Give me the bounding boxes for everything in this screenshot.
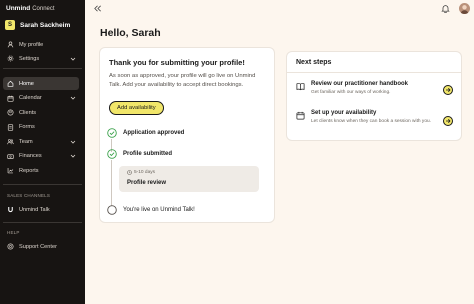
- sidebar-item-support-center[interactable]: Support Center: [3, 240, 79, 253]
- user-icon: [6, 41, 14, 49]
- review-title: Profile review: [127, 180, 167, 186]
- arrow-right-icon[interactable]: [443, 85, 453, 95]
- book-icon: [296, 83, 305, 91]
- next-steps-title: Next steps: [296, 59, 332, 66]
- sales-channels-heading: SALES CHANNELS: [7, 193, 51, 198]
- sidebar-item-label: Support Center: [19, 243, 57, 250]
- sidebar-divider: [3, 222, 82, 223]
- next-step-title: Review our practitioner handbook: [311, 81, 409, 87]
- sidebar-item-home[interactable]: Home: [3, 77, 79, 90]
- page-title: Hello, Sarah: [100, 27, 161, 39]
- sidebar-divider: [3, 184, 82, 185]
- step-label: Profile submitted: [123, 151, 173, 157]
- sidebar-item-label: Team: [19, 138, 33, 145]
- support-icon: [6, 243, 14, 251]
- profile-review-card: 5-10 days Profile review: [119, 166, 259, 192]
- clock-icon: [127, 170, 132, 175]
- calendar-icon: [6, 94, 14, 102]
- forms-icon: [6, 123, 14, 131]
- arrow-right-icon[interactable]: [443, 116, 453, 126]
- chevron-down-icon: [70, 96, 76, 100]
- step-label: You're live on Unmind Talk!: [123, 207, 195, 213]
- check-circle-icon: [107, 149, 117, 159]
- next-steps-card: Next steps Review our practitioner handb…: [286, 51, 462, 141]
- sidebar: Unmind Connect S Sarah Sackheim My profi…: [0, 0, 85, 304]
- gear-icon: [6, 55, 14, 63]
- chevron-down-icon: [70, 154, 76, 158]
- calendar-icon: [296, 111, 305, 120]
- profile-card-description: As soon as approved, your profile will g…: [109, 73, 256, 88]
- next-step-desc: Get familiar with our ways of working.: [311, 90, 391, 95]
- empty-circle-icon: [107, 205, 117, 215]
- step-label: Application approved: [123, 130, 185, 136]
- collapse-sidebar-icon[interactable]: [93, 4, 102, 13]
- sidebar-divider: [3, 68, 82, 69]
- timeline-connector: [111, 160, 112, 207]
- check-circle-icon: [107, 128, 117, 138]
- sidebar-item-label: Clients: [19, 109, 37, 116]
- reports-icon: [6, 167, 14, 175]
- sidebar-item-label: Finances: [19, 153, 42, 159]
- sidebar-item-clients[interactable]: Clients: [3, 106, 79, 119]
- brand-name: Unmind: [6, 5, 31, 12]
- sidebar-item-label: Home: [19, 80, 34, 87]
- sidebar-item-label: Unmind Talk: [19, 206, 50, 213]
- home-icon: [6, 80, 14, 88]
- profile-card-title: Thank you for submitting your profile!: [109, 58, 245, 67]
- sidebar-item-reports[interactable]: Reports: [3, 164, 79, 177]
- step-application-approved: Application approved: [107, 128, 184, 138]
- step-live: You're live on Unmind Talk!: [107, 205, 195, 215]
- team-icon: [6, 138, 14, 146]
- chevron-down-icon: [70, 57, 76, 61]
- sidebar-item-settings[interactable]: Settings: [3, 52, 79, 65]
- sidebar-item-calendar[interactable]: Calendar: [3, 92, 79, 105]
- finances-icon: [6, 152, 14, 160]
- brand-logo[interactable]: Unmind Connect: [6, 5, 55, 12]
- sidebar-item-team[interactable]: Team: [3, 135, 79, 148]
- next-steps-divider: [287, 72, 461, 73]
- user-profile-row[interactable]: S Sarah Sackheim: [5, 20, 70, 30]
- sidebar-item-unmind-talk[interactable]: Unmind Talk: [3, 203, 79, 216]
- review-duration-text: 5-10 days: [134, 170, 156, 175]
- sidebar-item-label: My profile: [19, 41, 44, 48]
- user-avatar-photo[interactable]: [459, 3, 470, 14]
- profile-status-card: Thank you for submitting your profile! A…: [99, 47, 275, 223]
- sidebar-item-label: Settings: [19, 55, 40, 62]
- review-duration: 5-10 days: [127, 170, 155, 175]
- help-heading: HELP: [7, 230, 20, 235]
- next-step-availability[interactable]: Set up your availability Let clients kno…: [287, 108, 457, 136]
- next-step-title: Set up your availability: [311, 110, 377, 116]
- next-step-desc: Let clients know when they can book a se…: [311, 119, 431, 124]
- bell-icon[interactable]: [441, 4, 450, 13]
- clients-icon: [6, 109, 14, 117]
- brand-product: Connect: [32, 6, 55, 12]
- sidebar-item-forms[interactable]: Forms: [3, 121, 79, 134]
- sidebar-item-label: Reports: [19, 167, 39, 174]
- next-step-handbook[interactable]: Review our practitioner handbook Get fam…: [287, 79, 457, 103]
- sidebar-item-finances[interactable]: Finances: [3, 150, 79, 163]
- chevron-down-icon: [70, 140, 76, 144]
- add-availability-button[interactable]: Add availability: [109, 101, 164, 115]
- step-profile-submitted: Profile submitted: [107, 149, 172, 159]
- unmind-u-icon: [6, 206, 14, 214]
- user-avatar: S: [5, 20, 15, 30]
- sidebar-item-my-profile[interactable]: My profile: [3, 38, 79, 51]
- sidebar-item-label: Forms: [19, 124, 35, 130]
- user-name: Sarah Sackheim: [20, 21, 71, 29]
- sidebar-item-label: Calendar: [19, 95, 42, 101]
